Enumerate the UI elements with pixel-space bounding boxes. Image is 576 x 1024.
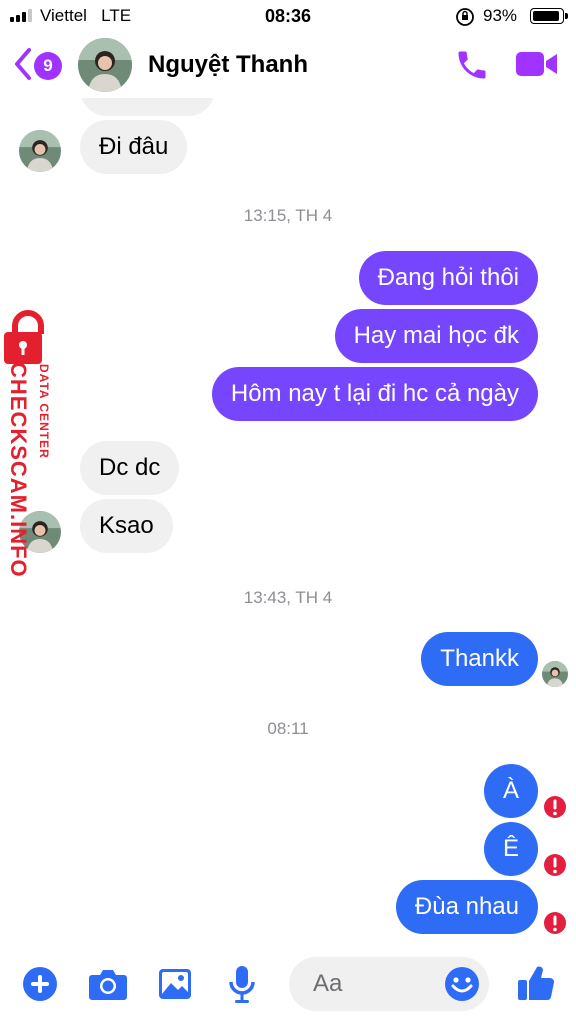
contact-avatar[interactable]	[78, 38, 132, 92]
emoji-icon[interactable]	[444, 966, 480, 1002]
outgoing-message[interactable]: Hôm nay t lại đi hc cả ngày	[211, 367, 538, 421]
status-bar: Viettel LTE 08:36 93%	[0, 0, 576, 32]
watermark-subtitle: DATA CENTER	[37, 364, 51, 459]
back-chevron-icon[interactable]	[12, 46, 34, 82]
unread-count-badge[interactable]: 9	[34, 52, 62, 80]
battery-percent: 93%	[483, 6, 518, 25]
video-camera-icon[interactable]	[515, 49, 559, 79]
message-input-placeholder[interactable]: Aa	[313, 970, 342, 998]
outgoing-message[interactable]: À	[484, 764, 538, 818]
watermark-title: CHECKSCAM.INFO	[6, 362, 31, 578]
composer-bar	[0, 950, 576, 1024]
checkscam-watermark: CHECKSCAM.INFO DATA CENTER	[2, 308, 62, 598]
error-icon[interactable]	[541, 793, 569, 821]
phone-icon[interactable]	[454, 47, 490, 83]
outgoing-message[interactable]: Đùa nhau	[395, 880, 538, 934]
microphone-icon[interactable]	[227, 964, 257, 1004]
outgoing-message[interactable]: Hay mai học đk	[334, 309, 538, 363]
message-timestamp: 13:43, TH 4	[243, 588, 333, 607]
sender-avatar[interactable]	[19, 130, 61, 172]
contact-name[interactable]: Nguyệt Thanh	[148, 51, 308, 79]
conversation-header: 9 Nguyệt Thanh	[0, 32, 576, 98]
message-timestamp: 08:11	[267, 719, 309, 738]
battery-icon	[530, 8, 568, 24]
incoming-message[interactable]: Đi đâu	[80, 120, 188, 174]
plus-icon[interactable]	[22, 966, 58, 1002]
incoming-message[interactable]: Ksao	[80, 499, 173, 553]
error-icon[interactable]	[541, 909, 569, 937]
camera-icon[interactable]	[88, 966, 128, 1002]
error-icon[interactable]	[541, 851, 569, 879]
padlock-icon	[4, 310, 44, 364]
incoming-message[interactable]: Dc dc	[80, 441, 180, 495]
seen-receipt-avatar	[542, 661, 568, 687]
outgoing-message[interactable]: Đang hỏi thôi	[358, 251, 538, 305]
thumbs-up-icon[interactable]	[516, 963, 556, 1003]
message-timestamp: 13:15, TH 4	[243, 206, 333, 225]
outgoing-message[interactable]: Ê	[484, 822, 538, 876]
photo-icon[interactable]	[157, 966, 193, 1002]
rotation-lock-icon	[456, 8, 474, 26]
outgoing-message[interactable]: Thankk	[421, 632, 538, 686]
